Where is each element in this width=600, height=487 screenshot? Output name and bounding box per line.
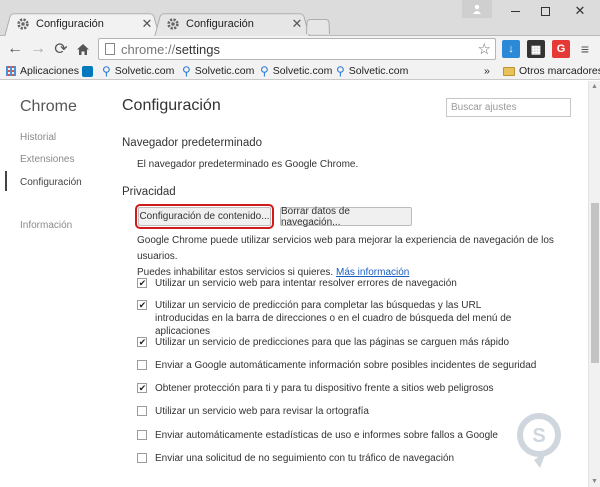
address-bar[interactable]: chrome://settings ☆ [98, 38, 496, 60]
hamburger-menu-icon: ≡ [580, 41, 590, 57]
checkbox[interactable] [137, 430, 147, 440]
settings-page: Chrome Historial Extensiones Configuraci… [0, 81, 588, 487]
vertical-scrollbar[interactable]: ▲ ▼ [588, 81, 600, 487]
back-button[interactable]: ← [5, 39, 25, 59]
option-label: Enviar a Google automáticamente informac… [155, 360, 537, 371]
bookmark-solvetic-1[interactable]: ⚲ Solvetic.com [102, 63, 174, 79]
bookmarks-bar: Aplicaciones ⚲ Solvetic.com ⚲ Solvetic.c… [0, 62, 600, 80]
bookmark-star-icon[interactable]: ☆ [478, 40, 491, 58]
tab-configuracion-1[interactable]: Configuración ✕ [4, 11, 160, 37]
grammarly-extension-icon[interactable]: G [552, 40, 570, 58]
option-label: Utilizar un servicio web para intentar r… [155, 278, 457, 289]
user-icon [473, 4, 481, 14]
film-extension-icon[interactable]: ▦ [527, 40, 545, 58]
gear-icon [167, 18, 179, 30]
tab-title: Configuración [36, 18, 104, 30]
checkbox[interactable] [137, 453, 147, 463]
scroll-up-arrow-icon[interactable]: ▲ [591, 83, 598, 90]
bookmark-apps[interactable]: Aplicaciones [6, 63, 79, 79]
privacy-description: Google Chrome puede utilizar servicios w… [137, 233, 577, 281]
maximize-icon [540, 6, 550, 16]
forward-button[interactable]: → [28, 39, 48, 59]
checkbox[interactable] [137, 278, 147, 288]
checkbox[interactable] [137, 360, 147, 370]
privacy-heading: Privacidad [122, 186, 176, 198]
option-safe-browsing[interactable]: Obtener protección para ti y para tu dis… [137, 382, 577, 395]
minimize-icon [510, 10, 520, 12]
privacy-description-line1: Google Chrome puede utilizar servicios w… [137, 235, 554, 262]
solvetic-logo: S [517, 413, 561, 468]
home-icon [77, 43, 89, 55]
bookmark-trello[interactable] [82, 63, 97, 79]
download-extension-icon[interactable]: ↓ [502, 40, 520, 58]
close-tab-icon[interactable]: ✕ [140, 16, 154, 32]
url-text: chrome://settings [121, 41, 220, 57]
back-arrow-icon: ← [7, 40, 23, 57]
minimize-button[interactable] [500, 0, 530, 22]
trello-icon [82, 65, 93, 77]
forward-arrow-icon: → [30, 40, 46, 57]
gear-icon [17, 18, 29, 30]
option-label: Enviar automáticamente estadísticas de u… [155, 430, 498, 441]
more-bookmarks-button[interactable]: » [484, 63, 490, 79]
solvetic-icon: ⚲ [102, 64, 111, 78]
scrollbar-thumb[interactable] [591, 203, 599, 363]
page-icon [105, 43, 115, 55]
close-tab-icon[interactable]: ✕ [290, 16, 304, 32]
maximize-button[interactable] [530, 0, 560, 22]
close-window-button[interactable]: ✕ [565, 0, 595, 22]
title-bar: Configuración ✕ Configuración ✕ ✕ [0, 0, 600, 37]
checkbox[interactable] [137, 337, 147, 347]
sidebar-item-informacion[interactable]: Información [20, 220, 72, 231]
reload-icon: ⟳ [54, 41, 68, 58]
menu-button[interactable]: ≡ [575, 39, 595, 59]
option-security-incidents[interactable]: Enviar a Google automáticamente informac… [137, 359, 577, 372]
tab-configuracion-2[interactable]: Configuración ✕ [154, 11, 310, 37]
settings-search-input[interactable]: Buscar ajustes [446, 98, 571, 117]
bookmark-solvetic-2[interactable]: ⚲ Solvetic.com [182, 63, 254, 79]
page-title: Configuración [122, 97, 221, 114]
tab-title: Configuración [186, 18, 254, 30]
checkbox[interactable] [137, 406, 147, 416]
option-preload-pages[interactable]: Utilizar un servicio de predicciones par… [137, 336, 577, 349]
default-browser-heading: Navegador predeterminado [122, 137, 263, 149]
sidebar-item-historial[interactable]: Historial [20, 132, 56, 143]
svg-text:S: S [532, 425, 545, 447]
reload-button[interactable]: ⟳ [51, 39, 71, 59]
close-icon: ✕ [574, 3, 586, 18]
option-prediction-search[interactable]: Utilizar un servicio de predicción para … [137, 299, 537, 338]
solvetic-icon: ⚲ [182, 64, 191, 78]
sidebar-item-configuracion[interactable]: Configuración [20, 177, 82, 188]
apps-grid-icon [6, 66, 16, 76]
default-browser-text: El navegador predeterminado es Google Ch… [137, 159, 359, 170]
clear-browsing-data-button[interactable]: Borrar datos de navegación... [280, 206, 412, 228]
bookmark-solvetic-4[interactable]: ⚲ Solvetic.com [336, 63, 408, 79]
option-label: Enviar una solicitud de no seguimiento c… [155, 453, 455, 464]
solvetic-icon: ⚲ [260, 64, 269, 78]
profile-button[interactable] [462, 0, 492, 18]
option-label: Utilizar un servicio web para revisar la… [155, 406, 369, 417]
option-label: Utilizar un servicio de predicciones par… [155, 337, 510, 348]
option-resolve-errors[interactable]: Utilizar un servicio web para intentar r… [137, 277, 577, 290]
bookmark-solvetic-3[interactable]: ⚲ Solvetic.com [260, 63, 332, 79]
option-label: Utilizar un servicio de predicción para … [155, 300, 512, 337]
bookmark-other[interactable]: Otros marcadores [503, 63, 600, 79]
new-tab-button[interactable] [306, 18, 330, 34]
home-button[interactable] [73, 39, 93, 59]
option-label: Obtener protección para ti y para tu dis… [155, 383, 494, 394]
scroll-down-arrow-icon[interactable]: ▼ [591, 478, 598, 485]
sidebar-item-extensiones[interactable]: Extensiones [20, 154, 74, 165]
solvetic-icon: ⚲ [336, 64, 345, 78]
checkbox[interactable] [137, 300, 147, 310]
sidebar-selection-marker [5, 171, 7, 191]
toolbar: ← → ⟳ chrome://settings ☆ ↓ ▦ G ≡ [0, 36, 600, 62]
folder-icon [503, 66, 515, 76]
sidebar-title: Chrome [20, 98, 77, 115]
content-settings-button[interactable]: Configuración de contenido... [135, 204, 274, 229]
checkbox[interactable] [137, 383, 147, 393]
